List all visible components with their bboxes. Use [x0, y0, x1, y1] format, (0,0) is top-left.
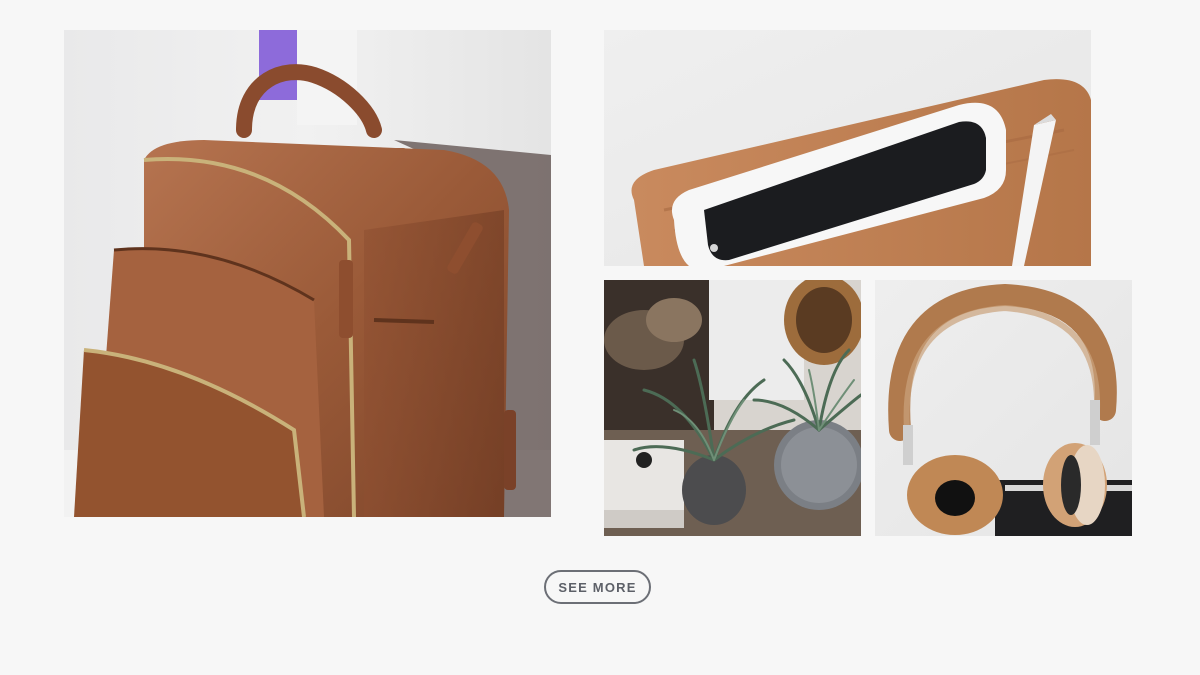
gallery-image-phone[interactable] [604, 30, 1091, 266]
gallery-section: SEE MORE [0, 0, 1200, 675]
plants-illustration [604, 280, 861, 536]
gallery-image-plants[interactable] [604, 280, 861, 536]
see-more-button[interactable]: SEE MORE [544, 570, 651, 604]
backpack-illustration [64, 30, 551, 517]
phone-illustration [604, 30, 1091, 266]
headphones-illustration [875, 280, 1132, 536]
gallery-image-backpack[interactable] [64, 30, 551, 517]
gallery-image-headphones[interactable] [875, 280, 1132, 536]
